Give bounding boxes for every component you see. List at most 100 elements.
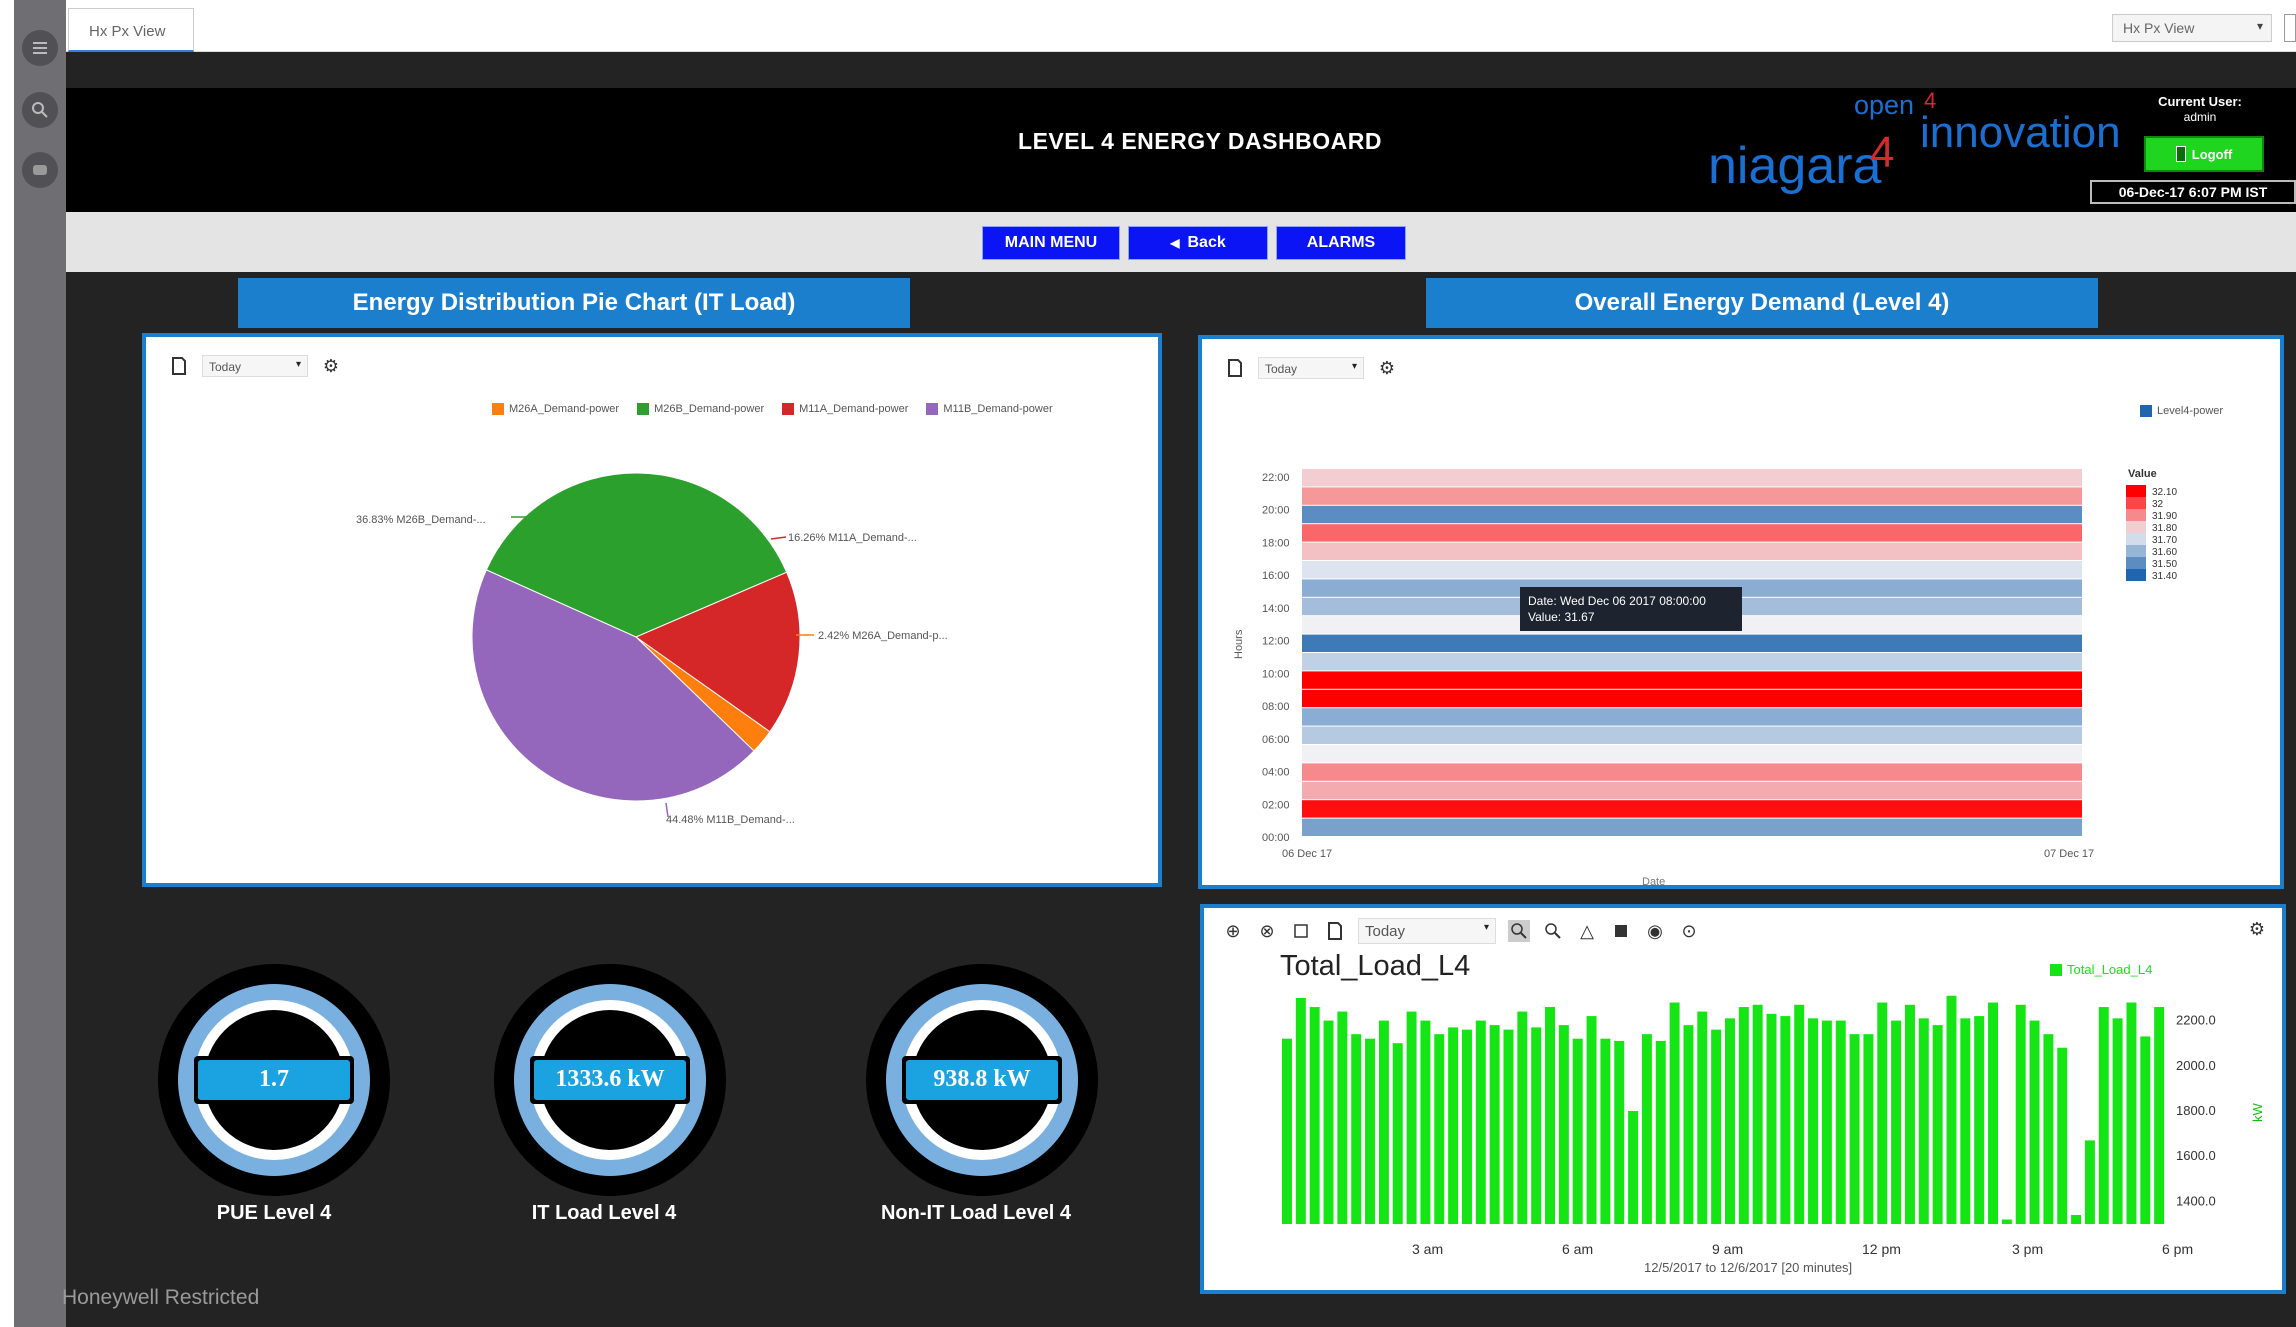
scale-label: 32 (2152, 499, 2164, 510)
bar[interactable] (1489, 1025, 1500, 1224)
bar[interactable] (1780, 1016, 1791, 1224)
bar[interactable] (1849, 1034, 1860, 1224)
bar[interactable] (1752, 1004, 1763, 1224)
bar[interactable] (1309, 1007, 1320, 1224)
bar[interactable] (1295, 998, 1306, 1224)
bar[interactable] (1337, 1011, 1348, 1224)
menu-icon[interactable] (22, 30, 58, 66)
bar[interactable] (1420, 1020, 1431, 1224)
bar[interactable] (1323, 1020, 1334, 1224)
heatmap-cell[interactable] (1302, 469, 2082, 487)
heatmap-cell[interactable] (1302, 745, 2082, 763)
bar[interactable] (1614, 1040, 1625, 1224)
heatmap-cell[interactable] (1302, 653, 2082, 671)
bar[interactable] (2057, 1047, 2068, 1224)
bar[interactable] (1794, 1004, 1805, 1224)
y-axis-label: Hours (1233, 629, 1245, 659)
bar[interactable] (1877, 1002, 1888, 1224)
bar[interactable] (2084, 1140, 2095, 1224)
heatmap-cell[interactable] (1302, 800, 2082, 818)
heatmap-cell[interactable] (1302, 671, 2082, 689)
heatmap-cell[interactable] (1302, 634, 2082, 652)
bar[interactable] (1863, 1034, 1874, 1224)
side-panel-toggle[interactable] (2284, 14, 2296, 42)
heatmap-cell[interactable] (1302, 505, 2082, 524)
bar[interactable] (1766, 1013, 1777, 1224)
bar[interactable] (1918, 1018, 1929, 1224)
main-menu-button[interactable]: MAIN MENU (982, 226, 1120, 260)
scale-label: 32.10 (2152, 487, 2177, 498)
bar[interactable] (1960, 1018, 1971, 1224)
bar[interactable] (1932, 1025, 1943, 1224)
bar[interactable] (1974, 1016, 1985, 1224)
bar[interactable] (1988, 1002, 1998, 1224)
bar[interactable] (1628, 1111, 1639, 1224)
bar[interactable] (1946, 995, 1957, 1224)
bar[interactable] (1669, 1002, 1680, 1224)
bar[interactable] (1711, 1029, 1722, 1224)
alarms-button[interactable]: ALARMS (1276, 226, 1406, 260)
heatmap-cell[interactable] (1302, 708, 2082, 726)
bar[interactable] (1904, 1004, 1915, 1224)
bar[interactable] (2071, 1214, 2082, 1224)
bar[interactable] (2154, 1007, 2165, 1224)
bar[interactable] (2043, 1034, 2054, 1224)
bar[interactable] (1531, 1027, 1542, 1224)
bar[interactable] (1378, 1020, 1389, 1224)
bar[interactable] (1545, 1007, 1555, 1224)
heatmap-cell[interactable] (1302, 524, 2082, 542)
tab-hx-px-view[interactable]: Hx Px View (68, 8, 194, 52)
view-select[interactable]: Hx Px View ▾ (2112, 14, 2272, 42)
search-icon[interactable] (22, 92, 58, 128)
heatmap-cell[interactable] (1302, 726, 2082, 744)
bar[interactable] (1448, 1027, 1459, 1224)
bar[interactable] (1821, 1020, 1832, 1224)
bar[interactable] (1282, 1038, 1292, 1224)
bar[interactable] (1697, 1011, 1708, 1224)
bar[interactable] (1600, 1038, 1611, 1224)
bar[interactable] (1683, 1025, 1694, 1224)
heatmap-cell[interactable] (1302, 818, 2082, 836)
heatmap-cell[interactable] (1302, 763, 2082, 781)
bar[interactable] (1808, 1018, 1819, 1224)
bar[interactable] (1351, 1034, 1362, 1224)
bar[interactable] (2140, 1036, 2151, 1224)
bar[interactable] (1655, 1040, 1666, 1224)
bar[interactable] (1406, 1011, 1417, 1224)
bar[interactable] (1503, 1029, 1514, 1224)
bar[interactable] (1586, 1016, 1597, 1224)
bar[interactable] (1392, 1043, 1403, 1224)
bar[interactable] (1572, 1038, 1583, 1224)
back-button[interactable]: ◀ Back (1128, 226, 1268, 260)
heatmap-cell[interactable] (1302, 689, 2082, 708)
chat-icon[interactable] (22, 152, 58, 188)
bar[interactable] (1365, 1038, 1376, 1224)
heatmap-cell[interactable] (1302, 487, 2082, 505)
heatmap-cell[interactable] (1302, 781, 2082, 800)
bar[interactable] (1891, 1020, 1902, 1224)
x-tick-label: 3 pm (2012, 1241, 2043, 1257)
heatmap-cell[interactable] (1302, 561, 2082, 579)
logo-open-text: open (1854, 90, 1915, 120)
scale-label: 31.80 (2152, 523, 2177, 534)
bar[interactable] (2001, 1219, 2012, 1224)
logoff-button[interactable]: Logoff (2144, 136, 2264, 172)
bar[interactable] (2029, 1020, 2040, 1224)
bar[interactable] (1835, 1020, 1846, 1224)
bar[interactable] (1738, 1007, 1749, 1224)
bar[interactable] (1558, 1025, 1569, 1224)
bar[interactable] (1641, 1034, 1652, 1224)
bar[interactable] (2098, 1007, 2109, 1224)
bar[interactable] (1725, 1018, 1735, 1224)
bar[interactable] (1434, 1034, 1445, 1224)
bar[interactable] (1517, 1011, 1528, 1224)
bar[interactable] (2015, 1004, 2026, 1224)
bar[interactable] (2112, 1018, 2123, 1224)
bar[interactable] (2126, 1002, 2137, 1224)
date-range-caption: 12/5/2017 to 12/6/2017 [20 minutes] (1644, 1260, 1852, 1275)
heatmap-cell[interactable] (1302, 542, 2082, 560)
logoff-label: Logoff (2191, 146, 2233, 162)
pie-chart: 36.83% M26B_Demand-... 16.26% M11A_Deman… (356, 472, 948, 826)
bar[interactable] (1475, 1020, 1486, 1224)
bar[interactable] (1461, 1029, 1472, 1224)
